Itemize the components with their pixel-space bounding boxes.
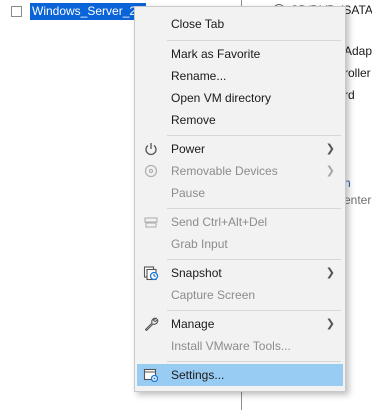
menu-item-power[interactable]: Power ❯ bbox=[137, 138, 343, 160]
menu-item-label: Pause bbox=[171, 186, 206, 200]
menu-separator bbox=[167, 40, 341, 41]
menu-item-label: Open VM directory bbox=[171, 91, 272, 105]
menu-item-manage[interactable]: Manage ❯ bbox=[137, 313, 343, 335]
device-usb-controller[interactable]: roller bbox=[344, 66, 371, 80]
menu-item-label: Manage bbox=[171, 317, 215, 331]
chevron-right-icon: ❯ bbox=[325, 165, 335, 177]
vmware-window: Windows_Server_2022 CD/DVD (SATA Adapt r… bbox=[0, 0, 372, 410]
menu-item-open-vm-directory[interactable]: Open VM directory bbox=[137, 87, 343, 109]
menu-item-label: Rename... bbox=[171, 69, 227, 83]
menu-item-label: Capture Screen bbox=[171, 288, 256, 302]
menu-item-label: Snapshot bbox=[171, 266, 222, 280]
removable-devices-icon bbox=[144, 164, 158, 178]
chevron-right-icon: ❯ bbox=[325, 143, 335, 155]
menu-separator bbox=[167, 259, 341, 260]
menu-item-label: Install VMware Tools... bbox=[171, 339, 291, 353]
menu-item-label: Power bbox=[171, 142, 206, 156]
settings-icon bbox=[143, 368, 159, 383]
menu-item-capture-screen[interactable]: Capture Screen bbox=[137, 284, 343, 306]
text-partial: enter bbox=[344, 193, 372, 207]
tab-checkbox[interactable] bbox=[11, 6, 22, 17]
chevron-right-icon: ❯ bbox=[325, 267, 335, 279]
device-network-adapter[interactable]: Adapt bbox=[344, 44, 372, 58]
menu-item-label: Send Ctrl+Alt+Del bbox=[171, 215, 268, 229]
menu-item-settings[interactable]: Settings... bbox=[137, 364, 343, 386]
menu-item-label: Grab Input bbox=[171, 237, 228, 251]
menu-item-removable-devices[interactable]: Removable Devices ❯ bbox=[137, 160, 343, 182]
tab-vm-title[interactable]: Windows_Server_2022 bbox=[30, 3, 146, 20]
menu-item-label: Removable Devices bbox=[171, 164, 278, 178]
menu-item-rename[interactable]: Rename... bbox=[137, 65, 343, 87]
menu-separator bbox=[167, 135, 341, 136]
menu-item-snapshot[interactable]: Snapshot ❯ bbox=[137, 262, 343, 284]
wrench-icon bbox=[144, 317, 159, 332]
menu-item-remove[interactable]: Remove bbox=[137, 109, 343, 131]
menu-item-label: Remove bbox=[171, 113, 216, 127]
menu-item-label: Close Tab bbox=[171, 17, 225, 31]
menu-item-close-tab[interactable]: Close Tab bbox=[137, 13, 343, 35]
menu-separator bbox=[167, 208, 341, 209]
power-icon bbox=[145, 143, 157, 156]
menu-item-pause[interactable]: Pause bbox=[137, 182, 343, 204]
menu-item-mark-favorite[interactable]: Mark as Favorite bbox=[137, 43, 343, 65]
menu-separator bbox=[167, 310, 341, 311]
keyboard-icon bbox=[144, 217, 158, 228]
chevron-right-icon: ❯ bbox=[325, 318, 335, 330]
menu-item-send-ctrl-alt-del[interactable]: Send Ctrl+Alt+Del bbox=[137, 211, 343, 233]
snapshot-icon bbox=[143, 266, 159, 281]
menu-item-label: Mark as Favorite bbox=[171, 47, 261, 61]
menu-item-label: Settings... bbox=[171, 368, 225, 382]
menu-separator bbox=[167, 361, 341, 362]
menu-item-install-vmware-tools[interactable]: Install VMware Tools... bbox=[137, 335, 343, 357]
context-menu: Close Tab Mark as Favorite Rename... Ope… bbox=[134, 6, 346, 392]
menu-item-grab-input[interactable]: Grab Input bbox=[137, 233, 343, 255]
